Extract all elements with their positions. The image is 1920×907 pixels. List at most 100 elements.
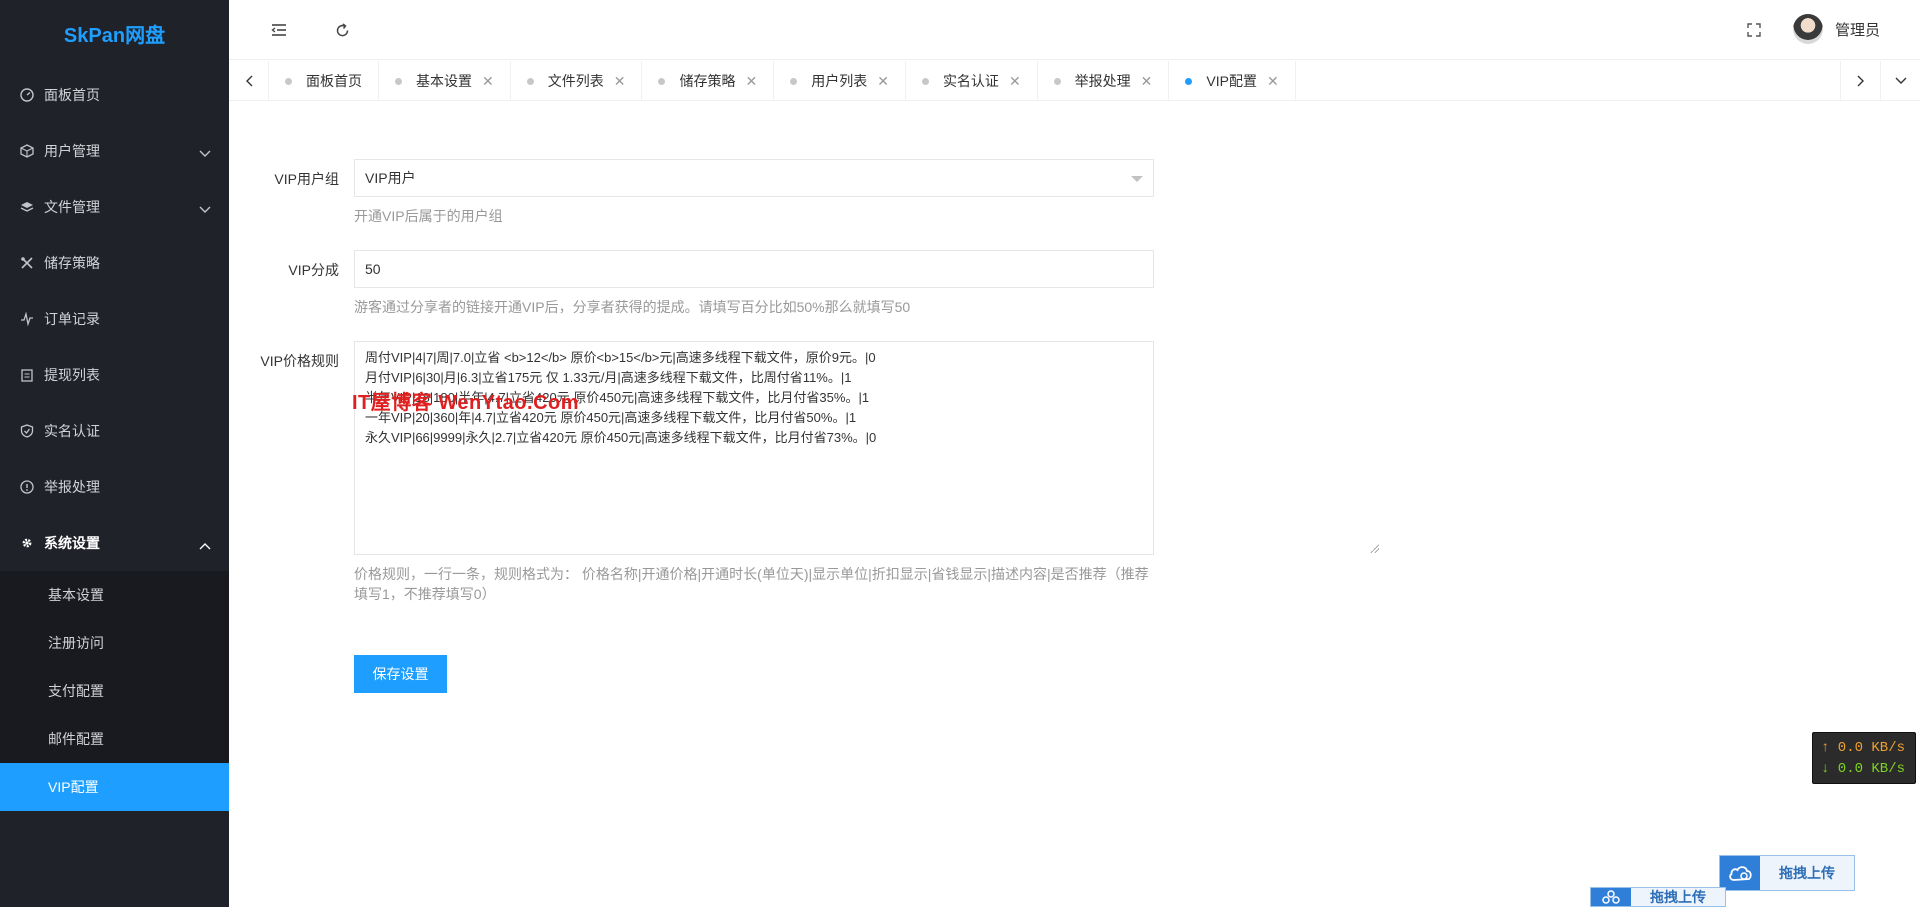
tab-dot: [395, 77, 402, 85]
user-name: 管理员: [1834, 21, 1880, 39]
chevron-up-icon: [199, 537, 211, 553]
drag-upload-button[interactable]: 拖拽上传: [1719, 855, 1855, 891]
download-speed: ↓ 0.0 KB/s: [1821, 761, 1906, 777]
refresh-icon[interactable]: [330, 18, 354, 42]
tab-label: 举报处理: [1074, 73, 1131, 89]
submenu-item-mail-config[interactable]: 邮件配置: [0, 715, 229, 763]
sidebar-item-files[interactable]: 文件管理: [0, 179, 229, 235]
clipboard-icon: [20, 368, 34, 382]
tab-dot: [285, 77, 292, 85]
shield-check-icon: [20, 424, 34, 438]
sidebar-item-reports[interactable]: 举报处理: [0, 459, 229, 515]
drag-upload-button-secondary[interactable]: 拖拽上传: [1590, 887, 1726, 907]
vip-price-help: 价格规则，一行一条，规则格式为： 价格名称|开通价格|开通时长(单位天)|显示单…: [354, 566, 1149, 602]
sidebar-item-withdraw[interactable]: 提现列表: [0, 347, 229, 403]
sidebar-item-realname[interactable]: 实名认证: [0, 403, 229, 459]
tab-user-list[interactable]: 用户列表 ✕: [774, 61, 906, 100]
app-logo[interactable]: SkPan网盘: [0, 0, 229, 67]
vip-group-value: VIP用户: [365, 170, 416, 186]
tab-vip-config[interactable]: VIP配置 ✕: [1169, 61, 1296, 100]
menu-fold-icon[interactable]: [267, 18, 291, 42]
vip-share-input[interactable]: 50: [354, 250, 1154, 288]
tab-label: 基本设置: [416, 73, 472, 89]
tab-label: 面板首页: [306, 73, 362, 89]
app-grid-icon: [1591, 888, 1631, 906]
submenu-item-register-access[interactable]: 注册访问: [0, 619, 229, 667]
tab-list: 面板首页 基本设置 ✕ 文件列表 ✕ 储存策略 ✕ 用户列表 ✕ 实名认证 ✕: [269, 61, 1840, 100]
upload-speed: ↑ 0.0 KB/s: [1821, 740, 1906, 756]
fullscreen-icon[interactable]: [1742, 18, 1766, 42]
user-menu[interactable]: 管理员: [1792, 14, 1880, 44]
network-speed-widget[interactable]: ↑ 0.0 KB/s ↓ 0.0 KB/s: [1812, 732, 1916, 784]
submenu-item-vip-config[interactable]: VIP配置: [0, 763, 229, 811]
sidebar-item-label: 举报处理: [44, 479, 100, 495]
tab-dot-active: [1185, 77, 1193, 85]
tab-dot: [526, 77, 534, 85]
gear-icon: [20, 536, 34, 550]
tab-dot: [1053, 77, 1061, 85]
sidebar-item-system-settings[interactable]: 系统设置: [0, 515, 229, 571]
vip-group-select[interactable]: VIP用户: [354, 159, 1154, 197]
sidebar-item-storage[interactable]: 储存策略: [0, 235, 229, 291]
tab-label: VIP配置: [1206, 73, 1257, 89]
avatar: [1792, 14, 1823, 44]
page-tabs: 面板首页 基本设置 ✕ 文件列表 ✕ 储存策略 ✕ 用户列表 ✕ 实名认证 ✕: [229, 61, 1920, 101]
layers-icon: [20, 200, 34, 214]
close-icon[interactable]: ✕: [745, 73, 757, 90]
tab-label: 实名认证: [942, 73, 999, 89]
vip-share-value: 50: [365, 261, 381, 277]
tab-dot: [921, 77, 929, 85]
sidebar-item-label: 文件管理: [44, 199, 100, 215]
sidebar-item-label: 面板首页: [44, 87, 100, 103]
close-icon[interactable]: ✕: [614, 73, 626, 90]
vip-group-label: VIP用户组: [274, 171, 339, 187]
sidebar-item-users[interactable]: 用户管理: [0, 123, 229, 179]
sidebar: SkPan网盘 面板首页 用户管理 文件管理 储存策略 订单记录 提现列表 实名…: [0, 0, 229, 907]
tab-dashboard[interactable]: 面板首页: [269, 61, 379, 100]
sidebar-item-label: 实名认证: [44, 423, 100, 439]
tab-dot: [790, 77, 798, 85]
drag-upload-label: 拖拽上传: [1650, 889, 1706, 905]
tab-realname[interactable]: 实名认证 ✕: [906, 61, 1038, 100]
close-icon[interactable]: ✕: [482, 73, 494, 90]
sidebar-item-label: 系统设置: [44, 535, 100, 551]
sidebar-item-label: 储存策略: [44, 255, 100, 271]
sidebar-item-orders[interactable]: 订单记录: [0, 291, 229, 347]
tab-label: 用户列表: [811, 73, 868, 89]
close-icon[interactable]: ✕: [877, 73, 889, 90]
close-icon[interactable]: ✕: [1141, 73, 1153, 90]
save-settings-button[interactable]: 保存设置: [354, 655, 447, 693]
tabs-right-controls: [1840, 61, 1920, 101]
sidebar-item-dashboard[interactable]: 面板首页: [0, 67, 229, 123]
info-icon: [20, 480, 34, 494]
vip-config-form: VIP用户组 VIP用户 开通VIP后属于的用户组 VIP分成 50 游客通过分…: [229, 102, 1920, 907]
drag-upload-label: 拖拽上传: [1779, 865, 1835, 881]
sidebar-item-label: 提现列表: [44, 367, 100, 383]
close-icon[interactable]: ✕: [1009, 73, 1021, 90]
tab-file-list[interactable]: 文件列表 ✕: [511, 61, 643, 100]
sidebar-item-label: 用户管理: [44, 143, 100, 159]
close-icon[interactable]: ✕: [1267, 73, 1279, 90]
tab-label: 储存策略: [679, 73, 736, 89]
tabs-scroll-left-button[interactable]: [229, 61, 269, 101]
vip-price-textarea[interactable]: 周付VIP|4|7|周|7.0|立省 <b>12</b> 原价<b>15</b>…: [354, 341, 1154, 555]
tabs-dropdown-button[interactable]: [1880, 61, 1920, 101]
top-header: 管理员: [229, 0, 1920, 60]
tab-basic-settings[interactable]: 基本设置 ✕: [379, 61, 511, 100]
dashboard-icon: [20, 88, 34, 102]
tabs-scroll-right-button[interactable]: [1840, 61, 1880, 101]
system-settings-submenu: 基本设置 注册访问 支付配置 邮件配置 VIP配置: [0, 571, 229, 811]
resize-handle-icon[interactable]: [1369, 543, 1379, 553]
pulse-icon: [20, 312, 34, 326]
tab-dot: [658, 77, 666, 85]
tab-reports[interactable]: 举报处理 ✕: [1038, 61, 1170, 100]
chevron-down-icon: [199, 201, 211, 217]
sidebar-item-label: 订单记录: [44, 311, 100, 327]
submenu-item-payment-config[interactable]: 支付配置: [0, 667, 229, 715]
caret-down-icon: [1131, 176, 1143, 182]
tab-storage-policy[interactable]: 储存策略 ✕: [642, 61, 775, 100]
submenu-item-basic-settings[interactable]: 基本设置: [0, 571, 229, 619]
vip-group-help: 开通VIP后属于的用户组: [354, 208, 503, 224]
vip-share-help: 游客通过分享者的链接开通VIP后，分享者获得的提成。请填写百分比如50%那么就填…: [354, 299, 911, 315]
tab-label: 文件列表: [547, 73, 604, 89]
